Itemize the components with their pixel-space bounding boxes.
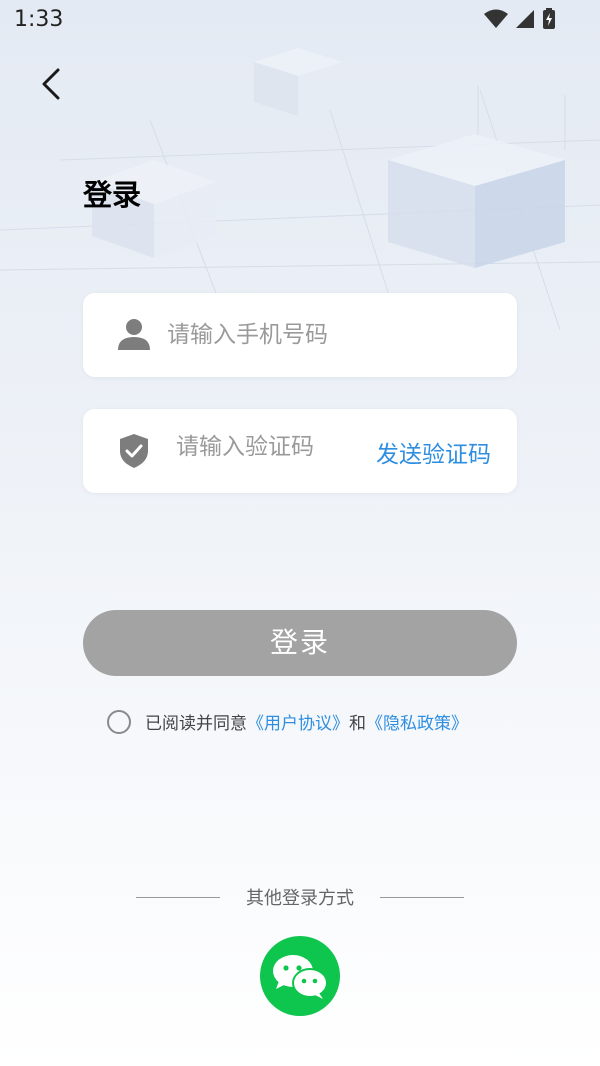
phone-input[interactable] <box>167 317 497 353</box>
agreement: 已阅读并同意 《用户协议》 和 《隐私政策》 <box>107 709 468 734</box>
shield-check-icon <box>119 433 149 473</box>
verification-code-input[interactable] <box>176 429 356 465</box>
battery-icon <box>542 8 556 34</box>
wifi-icon <box>484 9 508 33</box>
divider-right <box>380 896 464 898</box>
other-login-section: 其他登录方式 <box>136 884 464 910</box>
send-code-button[interactable]: 发送验证码 <box>376 435 491 469</box>
page-title: 登录 <box>83 178 142 212</box>
back-button[interactable] <box>30 62 74 106</box>
user-icon <box>117 317 151 355</box>
divider-left <box>136 896 220 898</box>
user-agreement-link[interactable]: 《用户协议》 <box>247 709 349 734</box>
privacy-policy-link[interactable]: 《隐私政策》 <box>366 709 468 734</box>
chevron-left-icon <box>30 68 74 110</box>
status-bar: 1:33 <box>0 0 600 40</box>
other-login-label: 其他登录方式 <box>246 888 354 909</box>
login-button[interactable]: 登录 <box>83 610 517 676</box>
status-icons <box>484 8 556 34</box>
agreement-conjunction: 和 <box>349 714 366 734</box>
phone-field <box>83 293 517 377</box>
signal-icon <box>514 9 536 33</box>
agreement-prefix: 已阅读并同意 <box>145 714 247 734</box>
agreement-checkbox[interactable] <box>107 709 131 734</box>
verification-code-field: 发送验证码 <box>83 409 517 493</box>
status-time: 1:33 <box>14 7 64 32</box>
wechat-login-button[interactable] <box>260 936 340 1016</box>
